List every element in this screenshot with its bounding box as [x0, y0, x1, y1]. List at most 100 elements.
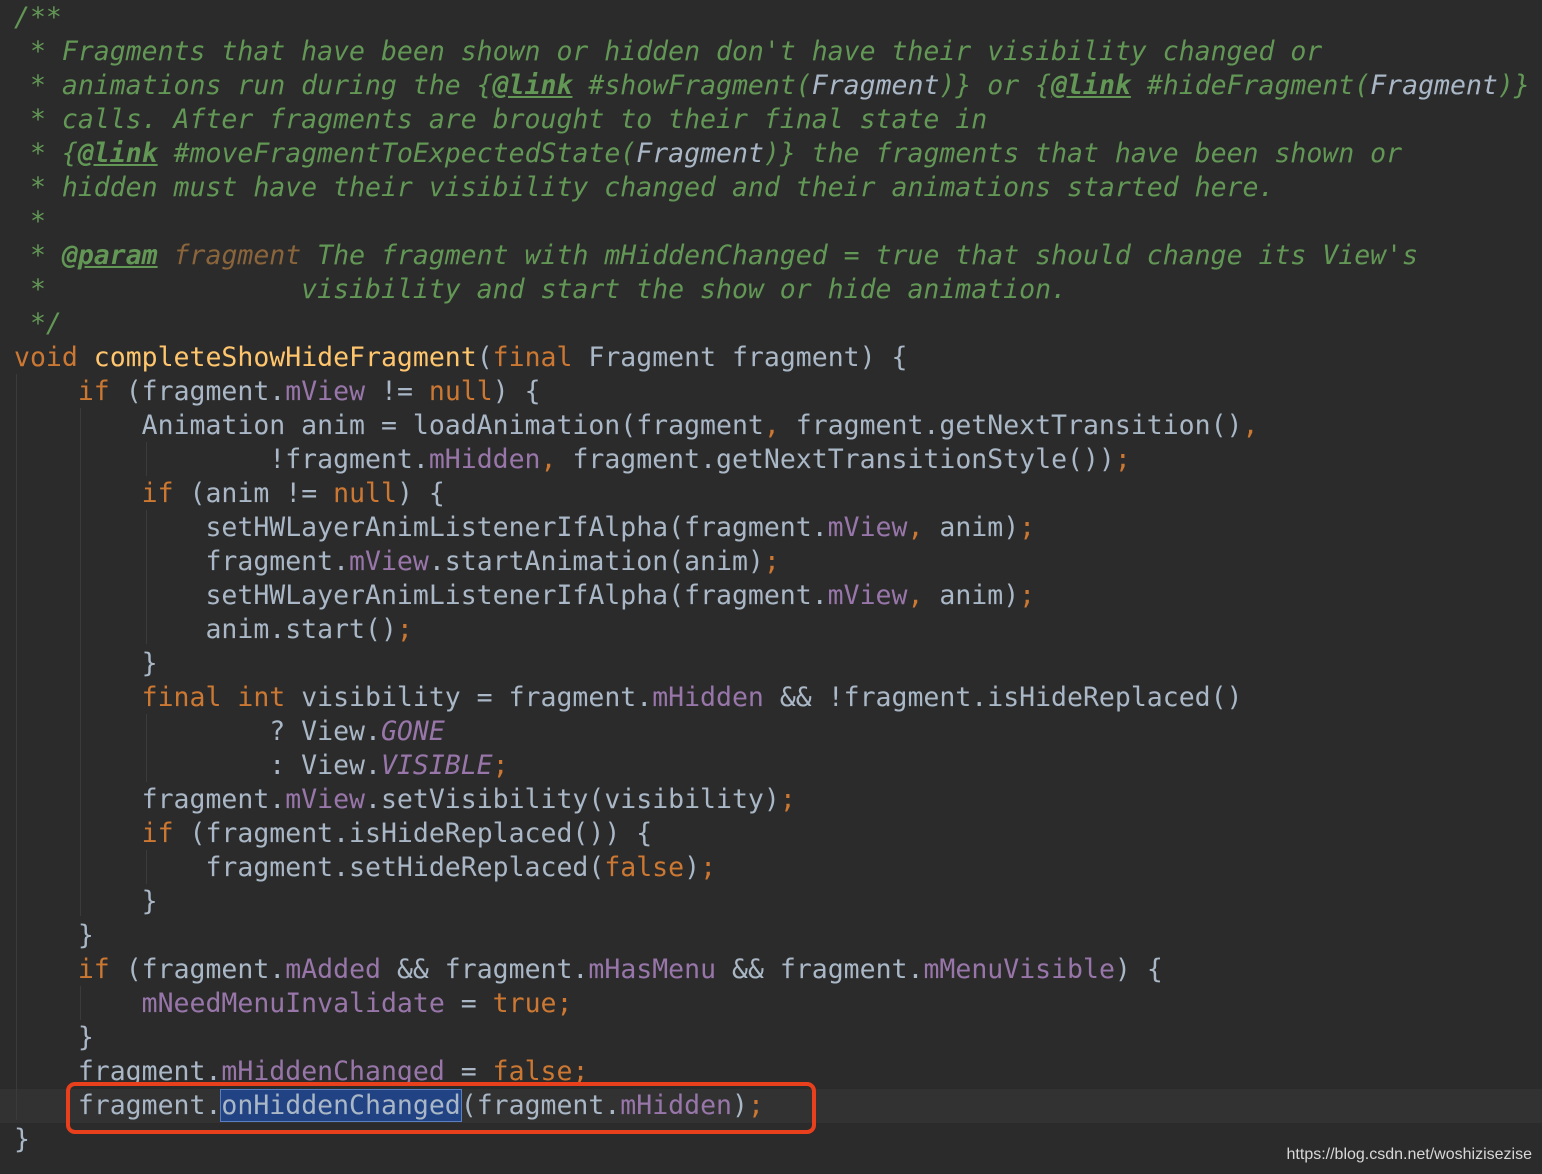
code-token: } — [14, 886, 158, 917]
code-line[interactable]: * animations run during the {@link #show… — [14, 69, 1530, 103]
code-token: anim) — [939, 580, 1020, 611]
code-token: Fragment — [636, 138, 764, 169]
code-line[interactable]: } — [14, 885, 158, 919]
code-token: mView — [285, 784, 366, 815]
code-token: mView — [827, 580, 908, 611]
code-token: fragment.setHideReplaced( — [14, 852, 605, 883]
code-token: )} or — [939, 70, 1036, 101]
code-line[interactable]: /** — [14, 1, 62, 35]
code-line[interactable]: : View.VISIBLE; — [14, 749, 508, 783]
code-token: VISIBLE — [380, 750, 493, 781]
code-line[interactable]: if (fragment.mAdded && fragment.mHasMenu… — [14, 953, 1163, 987]
code-token: )} the fragments that have been shown or — [763, 138, 1403, 169]
code-token: , — [540, 444, 573, 475]
code-token: = — [444, 988, 493, 1019]
code-token: != — [365, 376, 429, 407]
indent-guide — [80, 986, 81, 1020]
code-token: @link — [77, 138, 158, 169]
indent-guide — [146, 442, 147, 476]
code-token: GONE — [380, 716, 445, 747]
code-line[interactable]: if (fragment.isHideReplaced()) { — [14, 817, 653, 851]
code-token: ) { — [492, 376, 541, 407]
code-line[interactable]: setHWLayerAnimListenerIfAlpha(fragment.m… — [14, 579, 1035, 613]
code-token: fragment.getNextTransition() — [795, 410, 1243, 441]
code-line[interactable]: if (anim != null) { — [14, 477, 445, 511]
code-token: ; — [1019, 580, 1036, 611]
code-token: @param — [61, 240, 158, 271]
code-token: { — [61, 138, 78, 169]
code-token: * animations run during the — [14, 70, 477, 101]
code-token: (fragment. — [125, 376, 286, 407]
code-line[interactable]: * visibility and start the show or hide … — [14, 273, 1067, 307]
code-token: * hidden must have their visibility chan… — [14, 172, 1275, 203]
code-token: */ — [14, 308, 62, 339]
code-token: Fragment fragment) { — [588, 342, 908, 373]
code-token: null — [428, 376, 493, 407]
code-line[interactable]: } — [14, 919, 94, 953]
code-line[interactable]: */ — [14, 307, 62, 341]
code-token: ) — [684, 852, 701, 883]
code-line[interactable]: ? View.GONE — [14, 715, 445, 749]
indent-guide — [146, 714, 147, 782]
code-line[interactable]: fragment.setHideReplaced(false); — [14, 851, 716, 885]
code-token: * — [14, 240, 62, 271]
code-token: ; — [1019, 512, 1036, 543]
code-token: .startAnimation(anim) — [428, 546, 764, 577]
code-editor[interactable]: /** * Fragments that have been shown or … — [0, 0, 1542, 1174]
code-token: ) { — [1114, 954, 1163, 985]
code-token: , — [907, 512, 940, 543]
code-line[interactable]: } — [14, 1021, 94, 1055]
code-line[interactable]: fragment.mView.setVisibility(visibility)… — [14, 783, 796, 817]
code-token: * Fragments that have been shown or hidd… — [14, 36, 1323, 67]
code-line[interactable]: * — [14, 205, 46, 239]
code-line[interactable]: Animation anim = loadAnimation(fragment,… — [14, 409, 1259, 443]
code-token: fragment. — [14, 784, 286, 815]
code-token: Fragment — [1370, 70, 1498, 101]
code-token: { — [476, 70, 493, 101]
code-line[interactable]: * Fragments that have been shown or hidd… — [14, 35, 1322, 69]
code-token: mHidden — [428, 444, 541, 475]
code-line[interactable]: mNeedMenuInvalidate = true; — [14, 987, 573, 1021]
code-token: mHasMenu — [588, 954, 717, 985]
code-token: { — [1035, 70, 1052, 101]
code-line[interactable]: } — [14, 647, 158, 681]
code-token: ( — [476, 342, 493, 373]
code-line[interactable]: setHWLayerAnimListenerIfAlpha(fragment.m… — [14, 511, 1035, 545]
code-line[interactable]: anim.start(); — [14, 613, 412, 647]
code-line[interactable]: final int visibility = fragment.mHidden … — [14, 681, 1243, 715]
code-token: void — [14, 342, 94, 373]
code-token: setHWLayerAnimListenerIfAlpha(fragment. — [14, 512, 828, 543]
code-line[interactable]: } — [14, 1123, 30, 1157]
code-token: mHidden — [652, 682, 764, 713]
code-line[interactable]: * {@link #moveFragmentToExpectedState(Fr… — [14, 137, 1402, 171]
code-line[interactable]: if (fragment.mView != null) { — [14, 375, 541, 409]
code-line[interactable]: * hidden must have their visibility chan… — [14, 171, 1274, 205]
code-line[interactable]: !fragment.mHidden, fragment.getNextTrans… — [14, 443, 1131, 477]
code-token: * — [14, 138, 62, 169]
code-token: mView — [827, 512, 908, 543]
code-token: ; — [1114, 444, 1131, 475]
indent-guide — [146, 850, 147, 884]
code-line[interactable]: void completeShowHideFragment(final Frag… — [14, 341, 907, 375]
code-token: } — [14, 1124, 30, 1155]
code-token: mView — [349, 546, 429, 577]
code-token: mView — [285, 376, 366, 407]
code-token: ? View. — [14, 716, 381, 747]
code-token: false — [604, 852, 685, 883]
code-token: ; — [700, 852, 717, 883]
code-line[interactable]: fragment.mView.startAnimation(anim); — [14, 545, 779, 579]
code-token: true — [492, 988, 557, 1019]
code-line[interactable]: * @param fragment The fragment with mHid… — [14, 239, 1418, 273]
code-token: } — [14, 648, 158, 679]
watermark-text: https://blog.csdn.net/woshizisezise — [1286, 1146, 1532, 1163]
code-token: ) { — [396, 478, 445, 509]
code-token: #moveFragmentToExpectedState( — [157, 138, 637, 169]
code-line[interactable]: * calls. After fragments are brought to … — [14, 103, 987, 137]
code-token: } — [14, 1022, 94, 1053]
highlight-annotation-box — [66, 1082, 816, 1134]
code-token: mNeedMenuInvalidate — [141, 988, 445, 1019]
code-token: * visibility and start the show or hide … — [14, 274, 1067, 305]
